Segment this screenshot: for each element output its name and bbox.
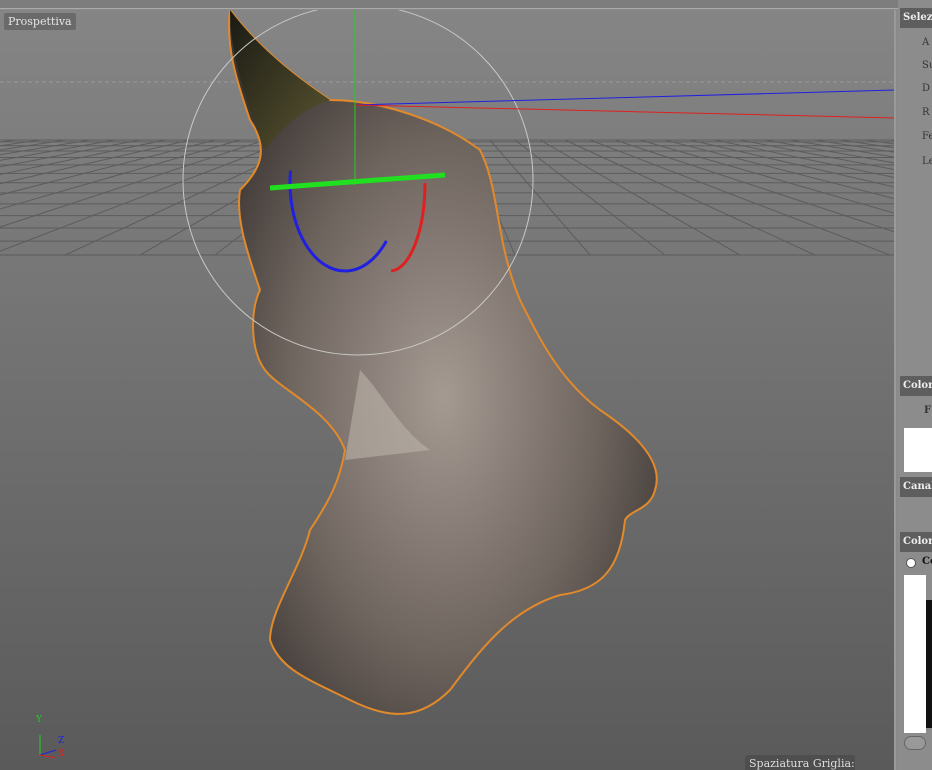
- attributes-panel: Selezione A Su D R Fe Le Colore F Canali…: [898, 0, 932, 770]
- panel-item[interactable]: R: [922, 107, 930, 118]
- panel-header-selection[interactable]: Selezione: [900, 8, 932, 28]
- color-swatch[interactable]: [904, 428, 932, 472]
- panel-item[interactable]: Fe: [922, 131, 932, 142]
- axis-indicator: Y Z X: [35, 715, 65, 759]
- panel-header-color-2[interactable]: Colore: [900, 532, 932, 552]
- 3d-viewport[interactable]: Y Z X Prospettiva Spaziatura Griglia: 0.…: [0, 10, 896, 770]
- panel-header-channels[interactable]: Canali: [900, 477, 932, 497]
- view-label[interactable]: Prospettiva: [4, 13, 76, 30]
- axis-z-label: Z: [58, 736, 64, 746]
- panel-item[interactable]: Su: [922, 60, 932, 71]
- axis-y-label: Y: [35, 715, 43, 725]
- color-slider[interactable]: [926, 600, 932, 728]
- color-picker-field[interactable]: [904, 575, 926, 733]
- z-axis-line: [354, 89, 894, 106]
- panel-item[interactable]: A: [922, 37, 929, 48]
- color-row-label: F: [924, 405, 932, 416]
- play-button[interactable]: [904, 736, 926, 750]
- color-radio-label: Co: [922, 556, 932, 567]
- x-axis-line: [354, 104, 894, 119]
- scene: Y Z X: [0, 10, 894, 759]
- panel-item[interactable]: Le: [922, 156, 932, 167]
- axis-x-label: X: [58, 749, 65, 759]
- top-toolbar: [0, 0, 932, 9]
- color-radio[interactable]: [906, 558, 916, 568]
- grid-spacing-status: Spaziatura Griglia: 0.1: [745, 755, 855, 770]
- panel-header-color[interactable]: Colore: [900, 376, 932, 396]
- panel-item[interactable]: D: [922, 83, 930, 94]
